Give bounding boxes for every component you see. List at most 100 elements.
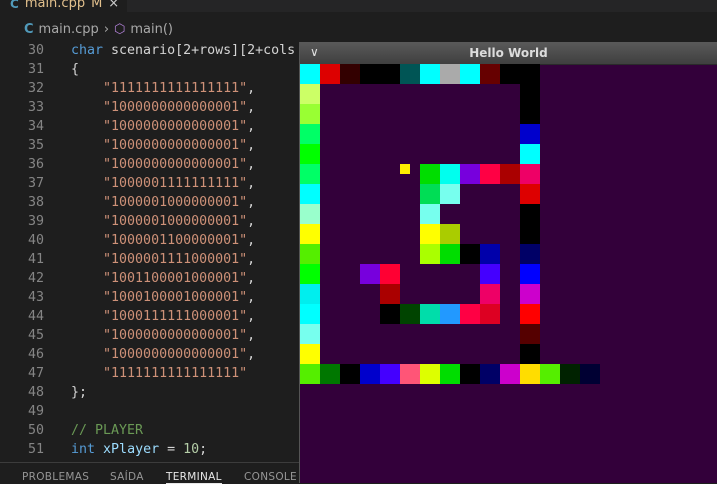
wall-block (520, 144, 540, 164)
line-number: 49 (27, 404, 44, 419)
code-text: "1000001000000001", (103, 195, 256, 210)
wall-block (300, 324, 320, 344)
breadcrumb-file[interactable]: main.cpp (39, 22, 99, 37)
wall-block (480, 244, 500, 264)
wall-block (320, 64, 340, 84)
line-number: 41 (27, 252, 44, 267)
wall-block (500, 364, 520, 384)
method-cube-icon: ⬡ (114, 21, 126, 37)
wall-block (440, 64, 460, 84)
code-text: "1000001111000001", (103, 252, 256, 267)
line-number: 30 (27, 43, 44, 58)
line-number: 39 (27, 214, 44, 229)
line-number: 31 (27, 62, 44, 77)
game-canvas (300, 64, 717, 483)
wall-block (360, 264, 380, 284)
breadcrumb-symbol[interactable]: main() (130, 22, 173, 37)
wall-block (480, 284, 500, 304)
wall-block (340, 364, 360, 384)
line-number: 33 (27, 100, 44, 115)
wall-block (460, 244, 480, 264)
code-text: "1000000000000001", (103, 119, 256, 134)
wall-block (440, 224, 460, 244)
wall-block (420, 204, 440, 224)
wall-block (520, 164, 540, 184)
wall-block (300, 264, 320, 284)
wall-block (420, 244, 440, 264)
code-text: "1000001100000001", (103, 233, 256, 248)
wall-block (520, 104, 540, 124)
line-number: 36 (27, 157, 44, 172)
code-text: "1000000000000001", (103, 157, 256, 172)
wall-block (380, 64, 400, 84)
wall-block (420, 304, 440, 324)
wall-block (460, 164, 480, 184)
tab-close-icon[interactable]: × (108, 0, 119, 11)
wall-block (300, 204, 320, 224)
wall-block (300, 144, 320, 164)
wall-block (380, 284, 400, 304)
code-text: "1000001111111111", (103, 176, 256, 191)
wall-block (300, 64, 320, 84)
line-number: 40 (27, 233, 44, 248)
wall-block (300, 124, 320, 144)
code-text: int xPlayer = 10; (71, 442, 208, 457)
game-window[interactable]: ∨ Hello World (300, 42, 717, 483)
wall-block (440, 244, 460, 264)
wall-block (520, 184, 540, 204)
wall-block (500, 64, 520, 84)
window-titlebar[interactable]: ∨ Hello World (300, 42, 717, 65)
line-number: 38 (27, 195, 44, 210)
wall-block (380, 264, 400, 284)
wall-block (380, 304, 400, 324)
wall-block (500, 164, 520, 184)
code-text: "1001100001000001", (103, 271, 256, 286)
wall-block (300, 364, 320, 384)
cpp-file-icon: C (24, 21, 34, 37)
wall-block (420, 64, 440, 84)
wall-block (440, 364, 460, 384)
tab-output[interactable]: SAÍDA (110, 471, 144, 483)
line-number: 50 (27, 423, 44, 438)
tab-filename: main.cpp (24, 0, 86, 11)
line-number: 44 (27, 309, 44, 324)
wall-block (520, 224, 540, 244)
wall-block (480, 64, 500, 84)
code-text: }; (71, 385, 88, 400)
wall-block (300, 344, 320, 364)
wall-block (360, 364, 380, 384)
editor-tab[interactable]: C main.cpp M × (0, 0, 717, 12)
wall-block (440, 184, 460, 204)
wall-block (340, 64, 360, 84)
wall-block (380, 364, 400, 384)
line-number: 48 (27, 385, 44, 400)
line-number: 32 (27, 81, 44, 96)
wall-block (520, 264, 540, 284)
wall-block (520, 124, 540, 144)
wall-block (320, 364, 340, 384)
wall-block (300, 84, 320, 104)
wall-block (520, 84, 540, 104)
wall-block (300, 244, 320, 264)
breadcrumb: C main.cpp › ⬡ main() (0, 18, 717, 40)
wall-block (520, 64, 540, 84)
line-number: 37 (27, 176, 44, 191)
line-number: 47 (27, 366, 44, 381)
tab-problems[interactable]: PROBLEMAS (22, 471, 89, 483)
line-number: 42 (27, 271, 44, 286)
wall-block (520, 344, 540, 364)
code-text: "1000000000000001", (103, 347, 256, 362)
wall-block (460, 364, 480, 384)
line-number: 45 (27, 328, 44, 343)
wall-block (300, 304, 320, 324)
code-text: "1000000000000001", (103, 138, 256, 153)
wall-block (480, 304, 500, 324)
tab-terminal[interactable]: TERMINAL (166, 471, 222, 484)
wall-block (420, 364, 440, 384)
code-text: char scenario[2+rows][2+cols (71, 43, 296, 58)
wall-block (440, 164, 460, 184)
wall-block (440, 304, 460, 324)
tab-modified-status: M (91, 0, 103, 11)
breadcrumb-separator: › (103, 21, 110, 37)
wall-block (400, 304, 420, 324)
